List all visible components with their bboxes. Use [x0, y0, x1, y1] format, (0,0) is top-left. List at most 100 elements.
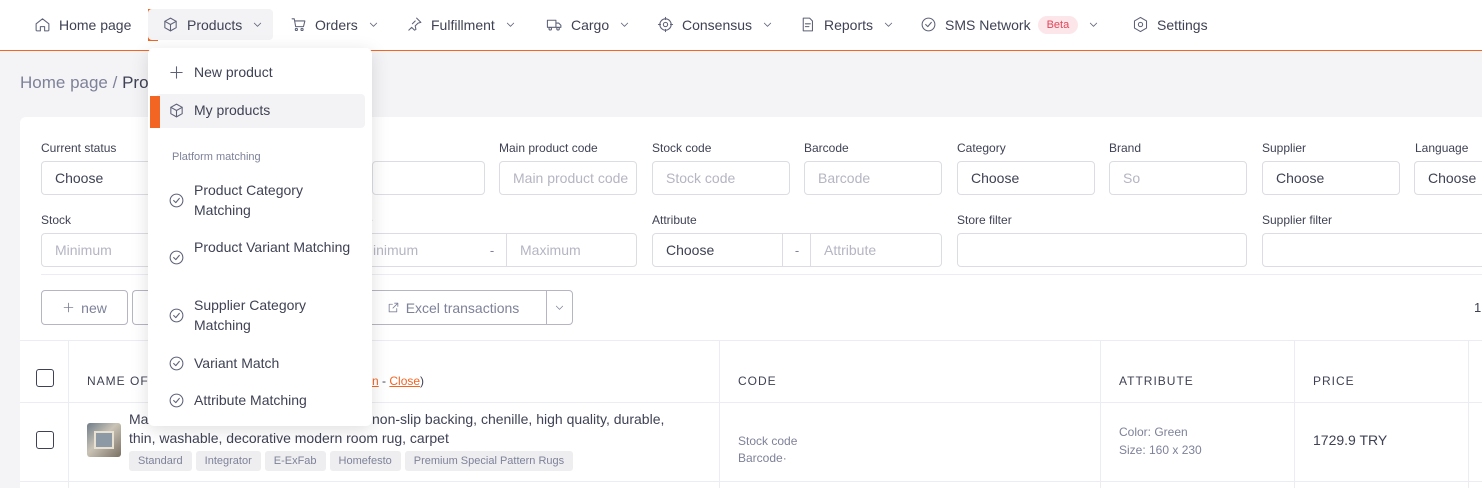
nav-cargo[interactable]: Cargo: [546, 9, 630, 40]
menu-attribute-matching[interactable]: Attribute Matching: [148, 390, 372, 410]
supplier-select[interactable]: Choose: [1262, 161, 1400, 195]
nav-reports-label: Reports: [824, 16, 874, 33]
col-divider: [68, 340, 69, 488]
row-price: 1729.9 TRY: [1313, 432, 1388, 448]
nav-fulfillment[interactable]: Fulfillment: [406, 9, 516, 40]
menu-my-products-label: My products: [194, 102, 271, 118]
supplier-label: Supplier: [1262, 141, 1307, 155]
tag: Integrator: [195, 451, 261, 471]
pin-icon: [408, 17, 422, 31]
check-circle-icon: [169, 356, 184, 371]
stock-label: Stock: [41, 213, 72, 227]
page-indicator: 1: [1474, 300, 1482, 315]
check-circle-icon: [169, 393, 184, 408]
links-separator: -: [378, 374, 390, 388]
new-product-button[interactable]: new: [41, 290, 128, 325]
check-circle-icon: [921, 17, 936, 32]
excel-button-label: Excel transactions: [405, 299, 520, 316]
tag: E-ExFab: [264, 451, 326, 471]
col-attribute-header: ATTRIBUTE: [1119, 374, 1194, 388]
check-circle-icon: [169, 193, 184, 208]
close-all-link[interactable]: Close: [389, 374, 420, 388]
row-barcode: Barcode·: [738, 451, 787, 465]
chevron-down-icon: [1090, 22, 1098, 27]
brand-label: Brand: [1109, 141, 1142, 155]
stock-code-label: Stock code: [652, 141, 712, 155]
category-select[interactable]: Choose: [957, 161, 1095, 195]
row-divider: [20, 481, 1482, 482]
nav-reports[interactable]: Reports: [799, 9, 894, 40]
nav-sms-network[interactable]: SMS Network Beta: [920, 9, 1099, 40]
price-min-input[interactable]: inimum: [360, 233, 478, 267]
select-all-checkbox[interactable]: [36, 369, 54, 387]
attribute-value-input[interactable]: Attribute: [810, 233, 942, 267]
barcode-label: Barcode: [804, 141, 849, 155]
chevron-down-icon: [555, 305, 564, 310]
menu-item-label: Variant Match: [194, 355, 280, 371]
menu-supplier-category-matching[interactable]: Supplier Category Matching: [148, 295, 372, 335]
menu-item-label: Attribute Matching: [194, 392, 307, 408]
links-paren: ): [420, 374, 425, 388]
stock-code-input[interactable]: Stock code: [652, 161, 790, 195]
nav-orders-label: Orders: [315, 16, 358, 33]
tag: Homefesto: [329, 451, 401, 471]
stock-min-input[interactable]: Minimum: [41, 233, 161, 267]
price-max-input[interactable]: Maximum: [506, 233, 637, 267]
row-checkbox[interactable]: [36, 431, 54, 449]
attribute-select[interactable]: Choose: [652, 233, 783, 267]
menu-item-label: Supplier Category Matching: [194, 297, 307, 333]
nav-consensus-label: Consensus: [682, 16, 753, 33]
tag: Premium Special Pattern Rugs: [404, 451, 574, 471]
nav-products-label: Products: [187, 16, 243, 33]
home-icon: [35, 18, 50, 32]
product-thumbnail[interactable]: [87, 423, 121, 457]
nav-orders[interactable]: Orders: [290, 9, 379, 40]
menu-item-label: Product Category Matching: [194, 182, 303, 218]
language-select[interactable]: Choose: [1414, 161, 1482, 195]
target-icon: [657, 16, 674, 33]
open-all-link[interactable]: n: [372, 374, 379, 388]
menu-variant-match[interactable]: Variant Match: [148, 353, 372, 373]
menu-my-products[interactable]: My products: [148, 100, 372, 120]
excel-transactions-button[interactable]: Excel transactions: [360, 290, 547, 325]
menu-product-category-matching[interactable]: Product Category Matching: [148, 180, 372, 220]
brand-input[interactable]: So: [1109, 161, 1247, 195]
nav-home[interactable]: Home page: [34, 9, 131, 40]
attribute-separator: -: [783, 233, 811, 267]
chevron-down-icon: [369, 22, 377, 27]
products-dropdown-menu: New product My products Platform matchin…: [148, 48, 372, 426]
main-product-code-input[interactable]: Main product code: [499, 161, 637, 195]
product-tags: Standard Integrator E-ExFab Homefesto Premiu…: [129, 451, 577, 471]
excel-dropdown-toggle[interactable]: [546, 290, 573, 325]
current-status-select[interactable]: Choose: [41, 161, 161, 195]
menu-new-product[interactable]: New product: [148, 62, 372, 82]
breadcrumb-home[interactable]: Home page /: [20, 73, 117, 92]
nav-sms-network-label: SMS Network: [945, 16, 1031, 33]
row-stock-code: Stock code: [738, 434, 798, 448]
language-label: Language: [1415, 141, 1469, 155]
nav-consensus[interactable]: Consensus: [657, 9, 773, 40]
menu-item-label: Product Variant Matching: [194, 239, 351, 255]
filter-input-hidden[interactable]: [372, 161, 485, 195]
chevron-down-icon: [884, 22, 893, 27]
nav-products[interactable]: Products: [148, 9, 274, 40]
store-filter-input[interactable]: [957, 233, 1247, 267]
product-name-line2[interactable]: thin, washable, decorative modern room r…: [129, 430, 449, 446]
menu-product-variant-matching[interactable]: Product Variant Matching: [148, 237, 372, 277]
col-divider: [1100, 340, 1101, 488]
supplier-filter-input[interactable]: [1262, 233, 1482, 267]
row-attr-color: Color: Green: [1119, 425, 1188, 439]
product-name-line1b[interactable]: non-slip backing, chenille, high quality…: [372, 411, 664, 427]
check-circle-icon: [169, 308, 184, 323]
breadcrumb-current: Pro: [122, 73, 149, 92]
barcode-input[interactable]: Barcode: [804, 161, 942, 195]
new-button-label: new: [81, 299, 107, 316]
main-product-code-label: Main product code: [499, 141, 598, 155]
product-name-line1a[interactable]: Ma: [129, 411, 148, 427]
nav-settings[interactable]: Settings: [1132, 9, 1208, 40]
check-circle-icon: [169, 250, 184, 265]
chevron-down-icon: [506, 22, 514, 27]
store-filter-label: Store filter: [957, 213, 1012, 227]
truck-icon: [546, 19, 562, 31]
menu-new-product-label: New product: [194, 64, 273, 80]
